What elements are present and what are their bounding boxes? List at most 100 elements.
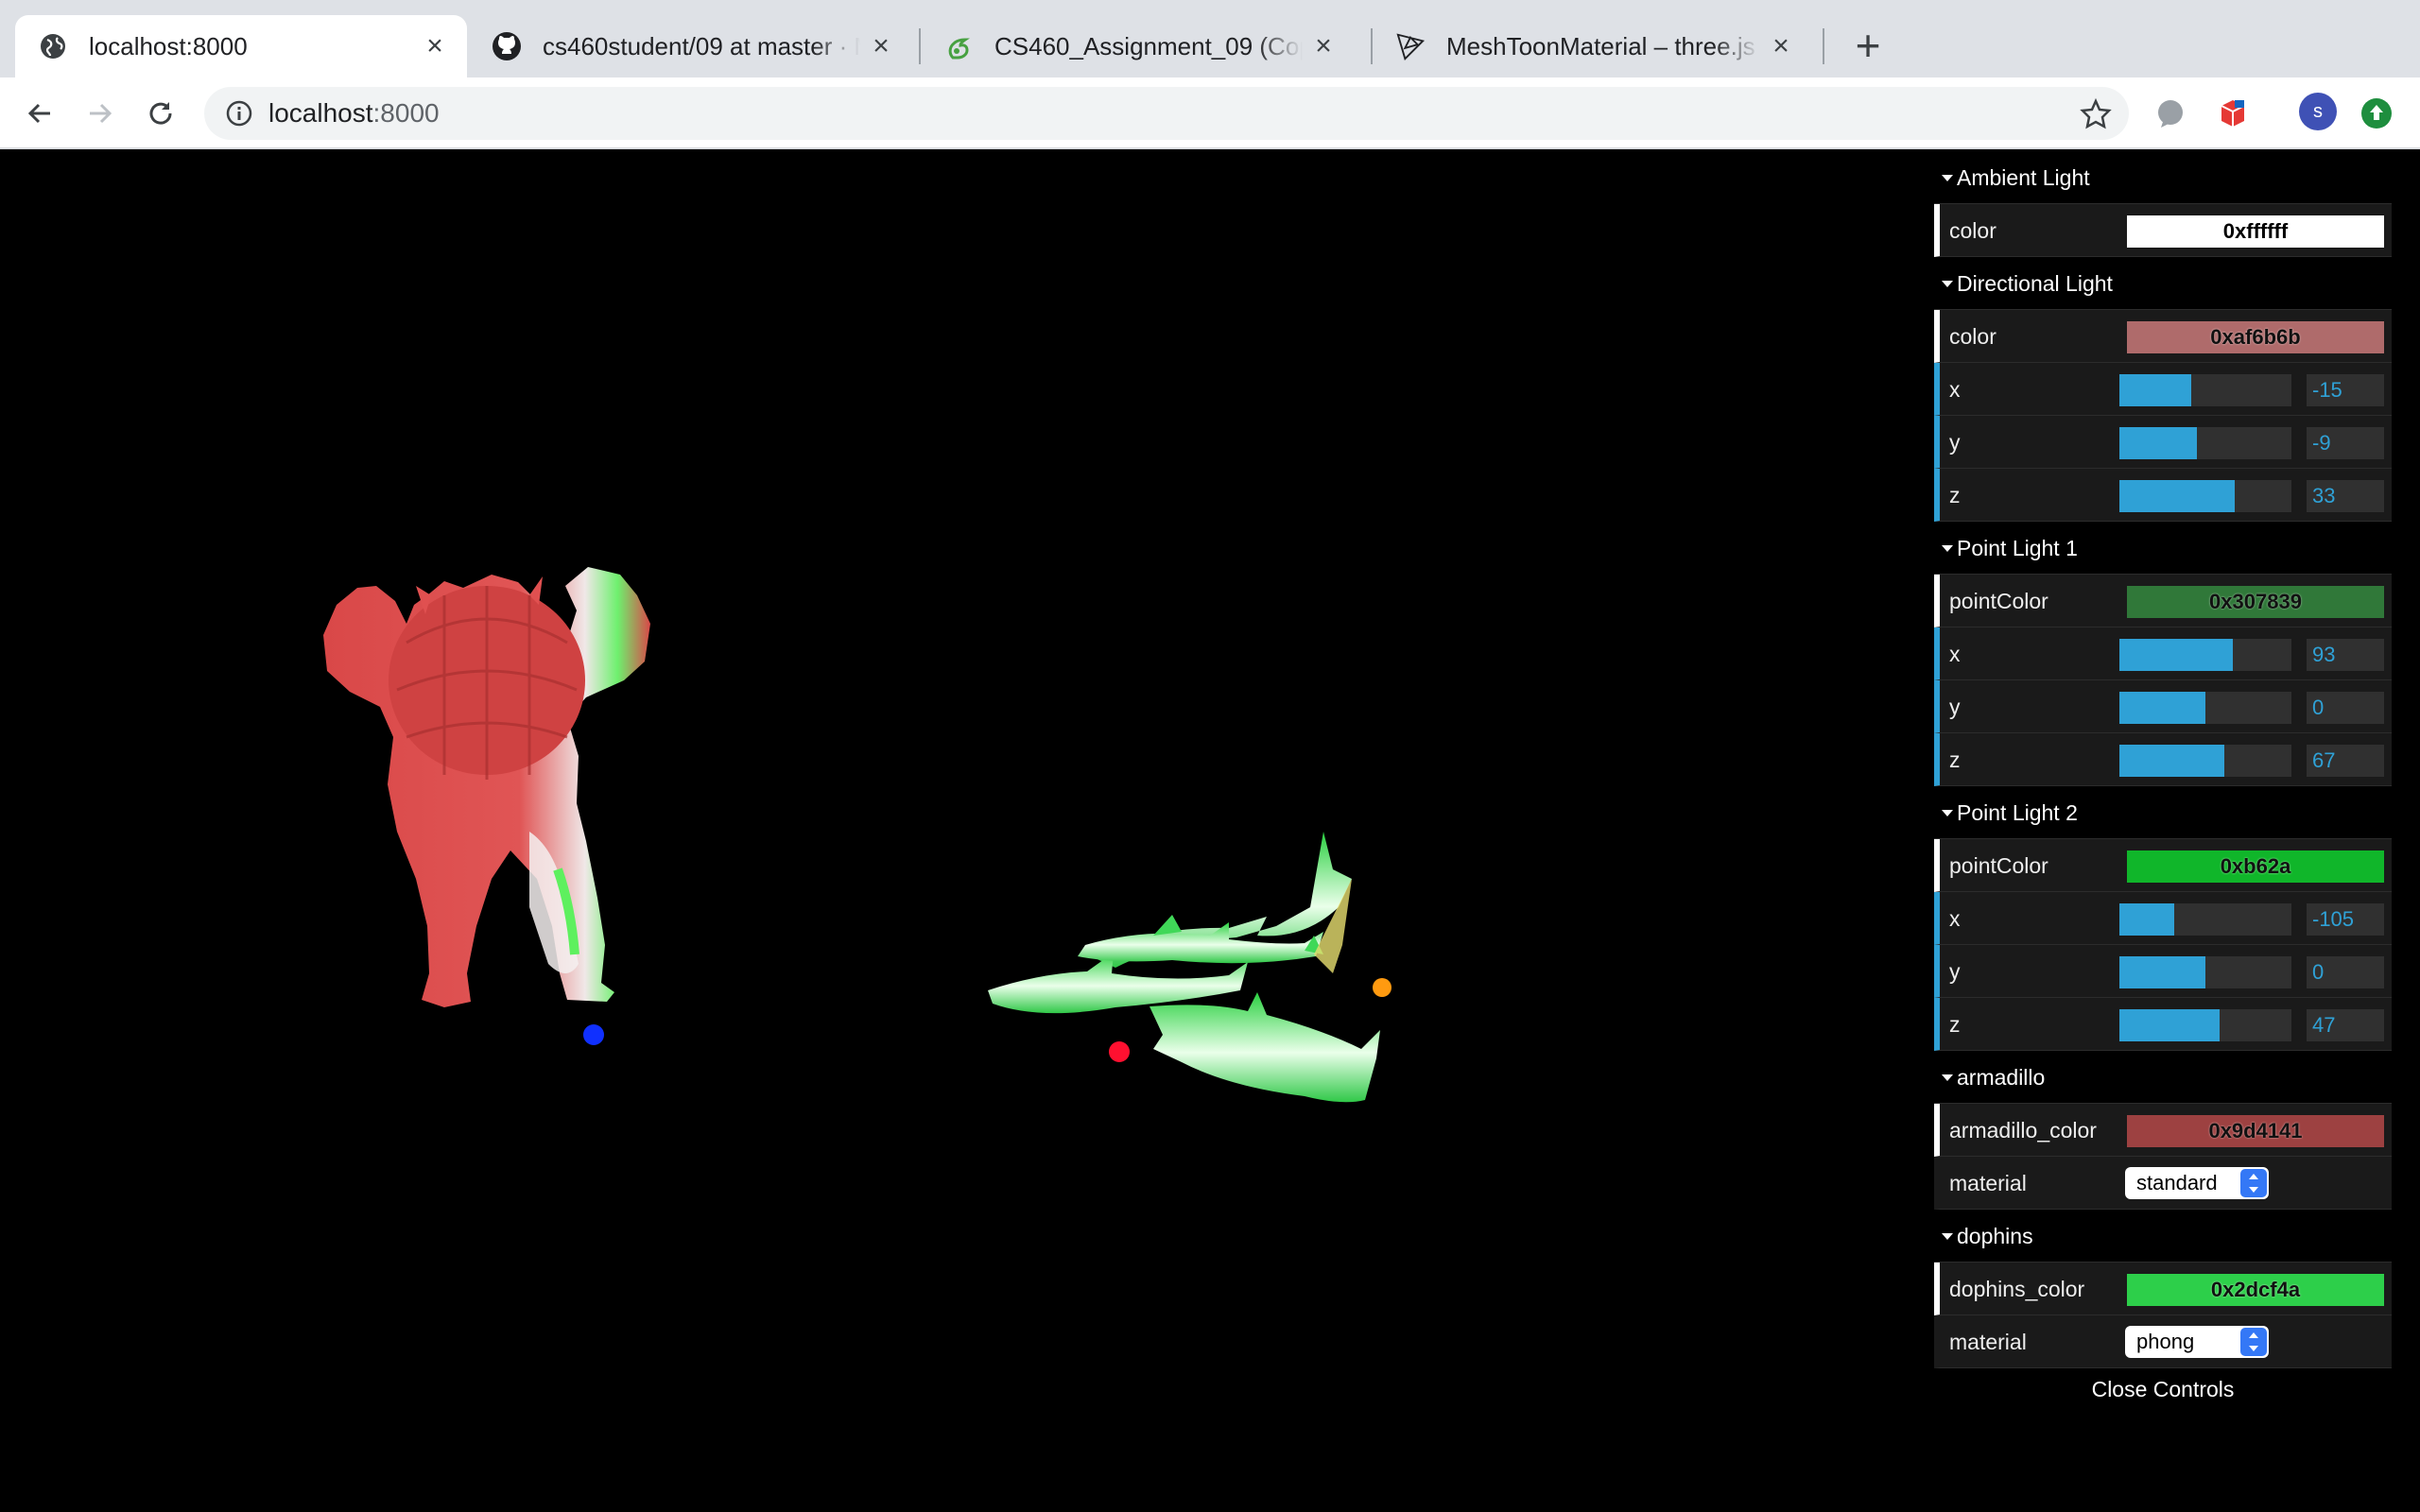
slider-fill [2119,374,2192,406]
armadillo-model [323,567,650,1007]
point1-z-slider[interactable] [2119,745,2291,777]
folder-dophins[interactable]: dophins [1934,1210,2392,1263]
directional-light-helper-orange [1373,978,1392,997]
address-bar[interactable]: localhost:8000 [204,87,2129,140]
close-icon[interactable]: × [868,32,894,60]
armadillo-material-select[interactable]: standard [2125,1167,2269,1199]
new-tab-button[interactable]: + [1847,24,1889,67]
point1-z-input[interactable]: 67 [2307,745,2384,777]
directional-z-input[interactable]: 33 [2307,480,2384,512]
point1-x-row: x 93 [1934,627,2392,680]
control-label: color [1949,218,1996,243]
url-host: localhost [268,98,373,128]
point2-z-row: z 47 [1934,998,2392,1051]
slider-fill [2119,427,2197,459]
directional-z-slider[interactable] [2119,480,2291,512]
dolphins-model [988,832,1380,1103]
slider-fill [2119,692,2205,724]
point2-z-input[interactable]: 47 [2307,1009,2384,1041]
folder-point-light-2[interactable]: Point Light 2 [1934,786,2392,839]
github-icon [492,31,522,61]
forward-button[interactable] [78,91,123,136]
arrow-right-icon [90,103,112,124]
directional-x-row: x -15 [1934,363,2392,416]
point-light-helper-blue [583,1024,604,1045]
back-button[interactable] [17,91,62,136]
star-icon[interactable] [2080,97,2112,129]
dophins-color-swatch[interactable]: 0x2dcf4a [2127,1274,2384,1306]
url-text[interactable]: localhost:8000 [268,87,440,140]
point2-x-row: x -105 [1934,892,2392,945]
reload-button[interactable] [138,91,183,136]
dat-gui-panel: Ambient Light color 0xffffff Directional… [1934,151,2392,1410]
control-label: material [1949,1171,2027,1195]
directional-color-swatch[interactable]: 0xaf6b6b [2127,321,2384,353]
point2-y-slider[interactable] [2119,956,2291,988]
dophins-material-select[interactable]: phong [2125,1326,2269,1358]
control-label: pointColor [1949,589,2048,613]
tab-overleaf[interactable]: CS460_Assignment_09 (Copy) - Ov × [921,15,1356,77]
folder-point-light-1[interactable]: Point Light 1 [1934,522,2392,575]
point1-x-slider[interactable] [2119,639,2291,671]
tab-strip: localhost:8000 × cs460student/09 at mast… [0,0,2420,77]
point1-x-input[interactable]: 93 [2307,639,2384,671]
tab-github[interactable]: cs460student/09 at master · MPsh × [469,15,913,77]
close-icon[interactable]: × [422,32,448,60]
caret-down-icon [1942,1233,1953,1240]
point2-color-row: pointColor 0xb62a [1934,839,2392,892]
caret-down-icon [1942,545,1953,552]
tab-threejs-docs[interactable]: MeshToonMaterial – three.js docs × [1373,15,1813,77]
ambient-color-row: color 0xffffff [1934,204,2392,257]
update-icon[interactable] [2360,96,2394,130]
tab-localhost[interactable]: localhost:8000 × [15,15,467,77]
directional-y-input[interactable]: -9 [2307,427,2384,459]
point1-z-row: z 67 [1934,733,2392,786]
point1-y-input[interactable]: 0 [2307,692,2384,724]
control-label: z [1949,483,1961,507]
point2-color-swatch[interactable]: 0xb62a [2127,850,2384,883]
caret-down-icon [1942,175,1953,181]
reload-icon [149,102,172,125]
control-label: dophins_color [1949,1277,2085,1301]
control-label: z [1949,1012,1961,1037]
point2-y-row: y 0 [1934,945,2392,998]
caret-down-icon [1942,281,1953,287]
armadillo-material-row: material standard [1934,1157,2392,1210]
browser-toolbar: localhost:8000 [0,77,2420,149]
control-label: y [1949,695,1961,719]
slider-fill [2119,903,2175,936]
point-light-helper-red [1109,1041,1130,1062]
folder-directional-light[interactable]: Directional Light [1934,257,2392,310]
point1-y-slider[interactable] [2119,692,2291,724]
globe-icon [38,31,68,61]
point2-x-input[interactable]: -105 [2307,903,2384,936]
directional-x-slider[interactable] [2119,374,2291,406]
folder-title: Ambient Light [1957,165,2090,190]
directional-y-slider[interactable] [2119,427,2291,459]
folder-armadillo[interactable]: armadillo [1934,1051,2392,1104]
overleaf-icon [943,31,974,61]
point2-x-slider[interactable] [2119,903,2291,936]
avatar[interactable]: s [2299,93,2337,130]
tab-separator [1823,28,1824,64]
point1-color-swatch[interactable]: 0x307839 [2127,586,2384,618]
close-icon[interactable]: × [1768,32,1794,60]
close-controls-button[interactable]: Close Controls [1934,1368,2392,1410]
info-icon[interactable] [225,99,253,128]
arrow-left-icon [27,103,50,124]
folder-ambient-light[interactable]: Ambient Light [1934,151,2392,204]
directional-color-row: color 0xaf6b6b [1934,310,2392,363]
extension-chat-icon[interactable] [2153,96,2187,130]
control-label: y [1949,959,1961,984]
folder-title: Point Light 1 [1957,536,2078,560]
caret-down-icon [1942,1074,1953,1081]
point2-z-slider[interactable] [2119,1009,2291,1041]
close-icon[interactable]: × [1310,32,1337,60]
folder-title: Directional Light [1957,271,2113,296]
point2-y-input[interactable]: 0 [2307,956,2384,988]
armadillo-color-swatch[interactable]: 0x9d4141 [2127,1115,2384,1147]
control-label: x [1949,377,1961,402]
ambient-color-swatch[interactable]: 0xffffff [2127,215,2384,248]
extension-cube-icon[interactable] [2216,96,2250,130]
directional-x-input[interactable]: -15 [2307,374,2384,406]
